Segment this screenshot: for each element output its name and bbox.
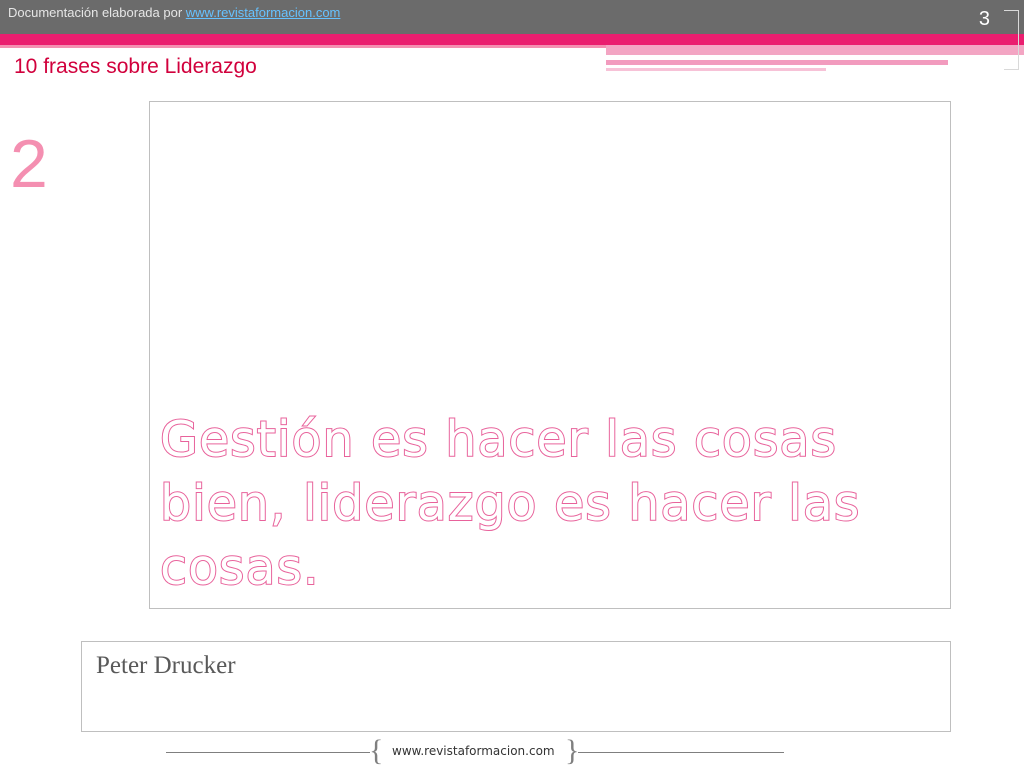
header-text: Documentación elaborada por www.revistaf… <box>8 5 340 20</box>
slide-number: 3 <box>978 8 990 30</box>
header-link[interactable]: www.revistaformacion.com <box>186 5 341 20</box>
slide-subtitle: 10 frases sobre Liderazgo <box>14 55 257 78</box>
footer-brace-left: { <box>369 734 384 767</box>
header-corner-frame <box>1004 10 1019 70</box>
footer-brace-right: } <box>565 734 580 767</box>
author-box: Peter Drucker <box>81 641 951 732</box>
header-stripe-secondary <box>606 60 948 65</box>
header-stripe <box>606 45 1024 55</box>
footer-line-right <box>578 752 784 753</box>
slide: Documentación elaborada por www.revistaf… <box>0 0 1024 768</box>
header-accent-bar <box>0 34 1024 45</box>
quote-box: Gestión es hacer las cosas bien, lideraz… <box>149 101 951 609</box>
footer-url[interactable]: www.revistaformacion.com <box>392 744 555 758</box>
author-name: Peter Drucker <box>96 652 236 679</box>
quote-text: Gestión es hacer las cosas bien, lideraz… <box>159 410 861 597</box>
footer-line-left <box>166 752 370 753</box>
quote-number: 2 <box>10 126 48 202</box>
header-accent-line <box>0 45 606 48</box>
header-stripe-tertiary <box>606 68 826 71</box>
header-prefix: Documentación elaborada por <box>8 5 186 20</box>
header-bar: Documentación elaborada por www.revistaf… <box>0 0 1024 34</box>
